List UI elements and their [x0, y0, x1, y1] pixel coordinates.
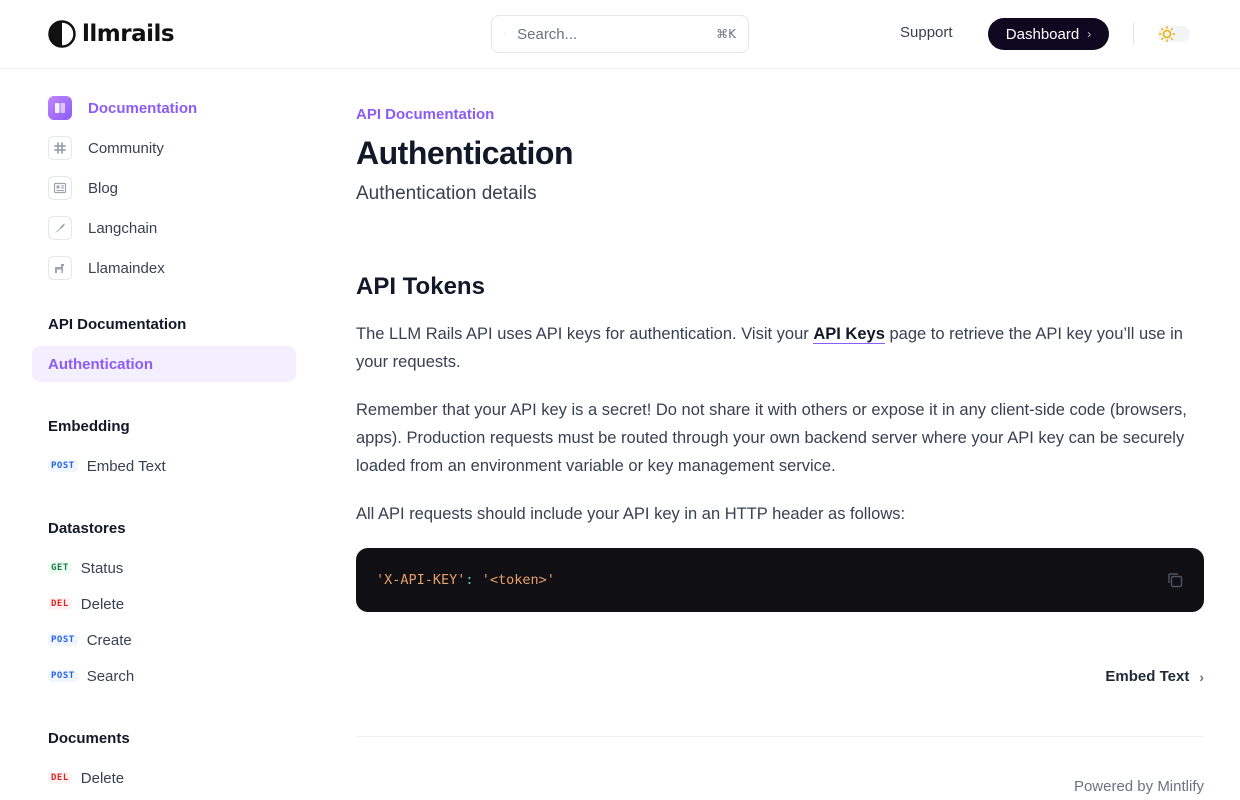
sidebar-item-status[interactable]: GET Status — [48, 556, 123, 580]
search-input[interactable] — [517, 25, 717, 43]
sidebar-item-create[interactable]: POST Create — [48, 628, 132, 652]
sidebar-item-label: Delete — [80, 769, 125, 787]
section-title: API Documentation — [48, 316, 187, 333]
section-title: Datastores — [48, 520, 126, 537]
sidebar-item-authentication[interactable]: Authentication — [32, 346, 296, 382]
footer-divider — [356, 736, 1204, 737]
search-box[interactable]: ⌘K — [491, 15, 749, 53]
paragraph-secret: Remember that your API key is a secret! … — [356, 401, 1187, 475]
sidebar-item-embed-text[interactable]: POST Embed Text — [48, 454, 166, 478]
sidebar-item-delete[interactable]: DEL Delete — [48, 592, 124, 616]
nav-label: Langchain — [88, 219, 158, 237]
search-icon — [504, 33, 506, 35]
method-badge: DEL — [48, 598, 72, 610]
sidebar-item-label: Delete — [80, 595, 125, 613]
search-shortcut: ⌘K — [716, 27, 736, 41]
sidebar: Documentation Community Blog Langchain L… — [0, 70, 320, 800]
logo[interactable]: llmrails — [48, 19, 175, 49]
nav-documentation[interactable]: Documentation — [48, 96, 197, 120]
copy-icon[interactable] — [1166, 571, 1184, 589]
powered-by-link[interactable]: Powered by Mintlify — [1074, 778, 1204, 795]
sidebar-item-documents-delete[interactable]: DEL Delete — [48, 766, 124, 790]
nav-blog[interactable]: Blog — [48, 176, 118, 200]
llama-icon — [48, 256, 72, 280]
code-value: '<token>' — [481, 572, 555, 588]
next-page-label: Embed Text — [1105, 668, 1190, 685]
code-colon: : — [465, 572, 474, 588]
sidebar-item-label: Embed Text — [86, 457, 166, 475]
page-subtitle: Authentication details — [356, 183, 537, 204]
sidebar-item-label: Status — [80, 559, 124, 577]
dashboard-button[interactable]: Dashboard › — [988, 18, 1109, 50]
sidebar-item-search[interactable]: POST Search — [48, 664, 134, 688]
support-link[interactable]: Support — [900, 24, 953, 41]
chevron-right-icon: › — [1087, 27, 1092, 41]
sidebar-item-label: Create — [86, 631, 132, 649]
nav-label: Llamaindex — [88, 259, 165, 277]
nav-label: Documentation — [88, 99, 198, 117]
nav-label: Blog — [88, 179, 119, 197]
code-key: 'X-API-KEY' — [376, 572, 466, 588]
method-badge: DEL — [48, 772, 72, 784]
paragraph-text: The LLM Rails API uses API keys for auth… — [356, 325, 814, 343]
chevron-right-icon: › — [1199, 668, 1204, 685]
slack-icon — [48, 136, 72, 160]
logo-icon — [48, 20, 76, 48]
nav-llamaindex[interactable]: Llamaindex — [48, 256, 165, 280]
page-title: Authentication — [356, 135, 573, 171]
nav-label: Community — [88, 139, 164, 157]
breadcrumb: API Documentation — [356, 106, 495, 123]
code-block: 'X-API-KEY': '<token>' — [356, 548, 1204, 612]
sidebar-item-label: Search — [86, 667, 135, 685]
sidebar-item-label: Authentication — [48, 355, 153, 373]
dashboard-button-label: Dashboard — [1005, 25, 1080, 43]
bird-icon — [48, 216, 72, 240]
sun-icon — [1158, 25, 1176, 43]
method-badge: GET — [48, 562, 72, 574]
book-icon — [48, 96, 72, 120]
section-title: Documents — [48, 730, 130, 747]
method-badge: POST — [48, 460, 78, 472]
header-divider — [1133, 22, 1134, 46]
theme-toggle[interactable] — [1158, 25, 1190, 43]
section-title: Embedding — [48, 418, 130, 435]
paragraph-intro: The LLM Rails API uses API keys for auth… — [356, 320, 1204, 376]
method-badge: POST — [48, 634, 78, 646]
top-header: llmrails ⌘K Support Dashboard › — [0, 0, 1240, 69]
next-page-link[interactable]: Embed Text › — [1105, 668, 1204, 685]
section-heading: API Tokens — [356, 273, 485, 300]
api-keys-link[interactable]: API Keys — [813, 325, 885, 344]
paragraph-header-info: All API requests should include your API… — [356, 505, 906, 523]
method-badge: POST — [48, 670, 78, 682]
main-content: API Documentation Authentication Authent… — [356, 70, 1204, 800]
newspaper-icon — [48, 176, 72, 200]
logo-text: llmrails — [82, 21, 175, 47]
nav-langchain[interactable]: Langchain — [48, 216, 157, 240]
nav-community[interactable]: Community — [48, 136, 164, 160]
